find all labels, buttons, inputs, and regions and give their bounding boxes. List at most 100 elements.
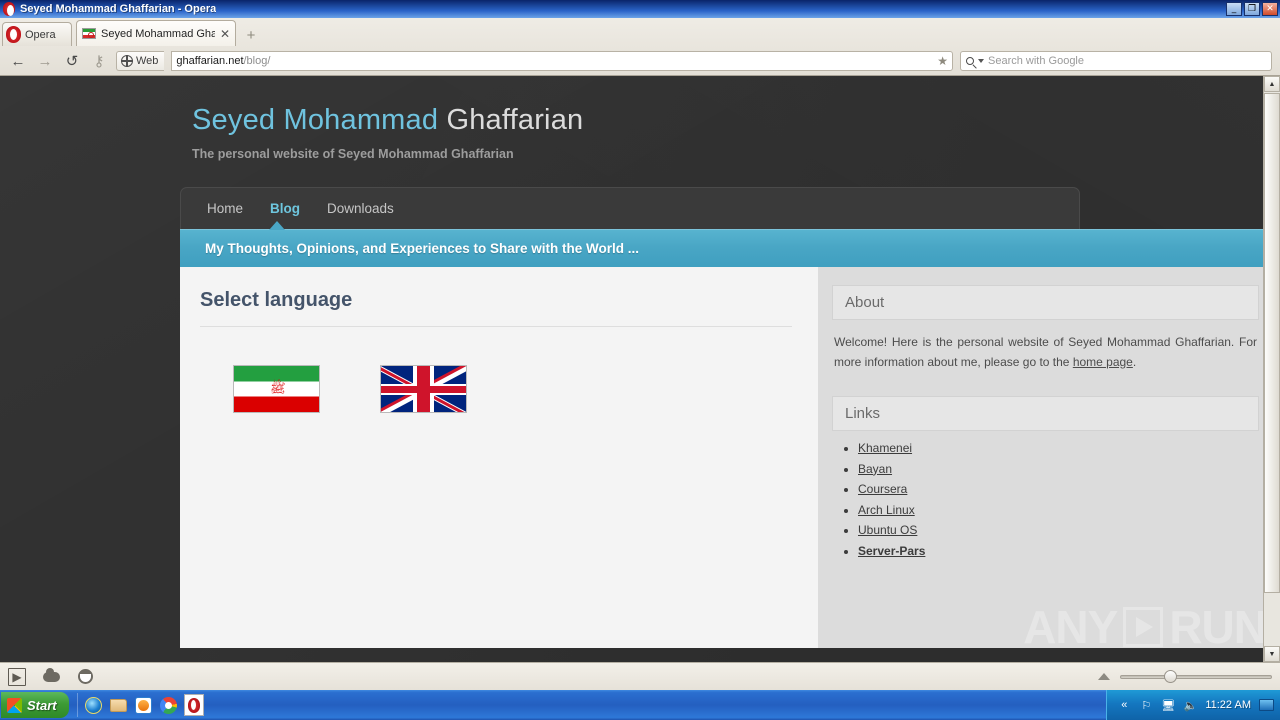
link-khamenei[interactable]: Khamenei [858, 441, 912, 455]
persian-flag-link[interactable]: ﷺ [233, 365, 320, 414]
window-title: Seyed Mohammad Ghaffarian - Opera [20, 3, 217, 15]
opera-taskbar-button[interactable] [183, 694, 204, 716]
window-controls: _ ❐ ✕ [1226, 2, 1278, 16]
monitor-icon[interactable] [1259, 699, 1274, 711]
list-item: Arch Linux [858, 503, 1259, 517]
link-server-pars[interactable]: Server-Pars [858, 544, 925, 558]
scroll-up-icon[interactable]: ▲ [1264, 76, 1280, 92]
list-item: Server-Pars [858, 544, 1259, 558]
browser-chrome: Opera Seyed Mohammad Ghaff... ✕ + ← → ↺ … [0, 18, 1280, 76]
site-header: Seyed Mohammad Ghaffarian The personal w… [180, 76, 1260, 161]
system-tray: « ⚐ 🖥 🔈 11:22 AM [1106, 690, 1280, 720]
link-ubuntu-os[interactable]: Ubuntu OS [858, 523, 917, 537]
new-tab-button[interactable]: + [241, 24, 261, 46]
back-icon[interactable]: ← [8, 51, 28, 71]
globe-icon [120, 54, 133, 67]
url-path: /blog/ [243, 55, 271, 67]
scrollbar-thumb[interactable] [1264, 93, 1280, 593]
list-item: Ubuntu OS [858, 523, 1259, 537]
close-button[interactable]: ✕ [1262, 2, 1278, 16]
forward-icon[interactable]: → [35, 51, 55, 71]
link-bayan[interactable]: Bayan [858, 462, 892, 476]
media-player-icon[interactable] [134, 695, 154, 715]
opera-status-bar: ▶ [0, 662, 1280, 690]
link-arch-linux[interactable]: Arch Linux [858, 503, 915, 517]
tray-chevron-icon[interactable]: « [1117, 698, 1131, 712]
web-search-mode-button[interactable]: Web [116, 51, 165, 71]
about-panel-text: Welcome! Here is the personal website of… [832, 333, 1259, 372]
active-nav-pointer [269, 221, 285, 231]
page-viewport: Seyed Mohammad Ghaffarian The personal w… [0, 76, 1280, 662]
cloud-icon[interactable] [42, 667, 60, 686]
sidebar: About Welcome! Here is the personal webs… [818, 267, 1274, 649]
search-icon [966, 57, 974, 65]
restore-button[interactable]: ❐ [1244, 2, 1260, 16]
link-coursera[interactable]: Coursera [858, 482, 907, 496]
home-page-link[interactable]: home page [1073, 355, 1133, 369]
about-text-after: . [1132, 354, 1137, 369]
zoom-slider-track [1120, 674, 1272, 679]
site-navigation: Home Blog Downloads [180, 187, 1080, 231]
language-selector: ﷺ [200, 365, 792, 414]
network-icon[interactable]: 🖥 [1161, 698, 1175, 712]
website-container: Seyed Mohammad Ghaffarian The personal w… [180, 76, 1274, 649]
about-text-before: Welcome! Here is the personal website of… [834, 335, 1257, 369]
zoom-collapse-icon[interactable] [1098, 673, 1110, 680]
opera-menu-button[interactable]: Opera [2, 22, 72, 46]
quick-launch-bar [76, 693, 204, 717]
site-title: Seyed Mohammad Ghaffarian [192, 104, 1260, 137]
opera-window-icon [2, 2, 16, 16]
window-title-bar: Seyed Mohammad Ghaffarian - Opera _ ❐ ✕ [0, 0, 1280, 18]
main-content: Select language ﷺ [180, 267, 818, 649]
site-title-last: Ghaffarian [446, 104, 584, 136]
site-title-first: Seyed Mohammad [192, 104, 439, 136]
site-tagline: The personal website of Seyed Mohammad G… [192, 147, 514, 162]
security-key-icon[interactable]: ⚷ [89, 51, 109, 71]
list-item: Bayan [858, 462, 1259, 476]
nav-item-blog[interactable]: Blog [270, 201, 300, 216]
opera-turbo-icon[interactable] [76, 668, 94, 686]
internet-explorer-icon[interactable] [84, 695, 104, 715]
iran-flag-icon [82, 28, 96, 39]
address-bar[interactable]: ghaffarian.net /blog/ ★ [171, 51, 953, 71]
browser-tab[interactable]: Seyed Mohammad Ghaff... ✕ [76, 20, 236, 46]
navigation-toolbar: ← → ↺ ⚷ Web ghaffarian.net /blog/ ★ Sear… [0, 46, 1280, 76]
search-box[interactable]: Search with Google [960, 51, 1272, 71]
chevron-down-icon[interactable] [978, 59, 984, 63]
zoom-slider-handle[interactable] [1164, 670, 1177, 683]
folder-icon[interactable] [109, 695, 129, 715]
url-host: ghaffarian.net [176, 55, 244, 67]
start-label: Start [27, 697, 57, 713]
reload-icon[interactable]: ↺ [62, 51, 82, 71]
nav-item-downloads[interactable]: Downloads [327, 201, 394, 216]
start-button[interactable]: Start [1, 692, 69, 718]
panel-toggle-icon[interactable]: ▶ [8, 667, 26, 686]
list-item: Khamenei [858, 441, 1259, 455]
clock[interactable]: 11:22 AM [1205, 699, 1251, 711]
chrome-icon[interactable] [159, 695, 179, 715]
english-flag-link[interactable] [380, 365, 467, 414]
minimize-button[interactable]: _ [1226, 2, 1242, 16]
flag-icon[interactable]: ⚐ [1139, 698, 1153, 712]
iran-emblem-icon: ﷺ [270, 381, 286, 397]
page-body: Select language ﷺ About Welcome! Here is… [180, 267, 1274, 649]
page-scrollbar[interactable]: ▲ ▼ [1263, 76, 1280, 662]
windows-taskbar: Start « ⚐ 🖥 🔈 11:22 AM [0, 690, 1280, 720]
volume-icon[interactable]: 🔈 [1183, 698, 1197, 712]
page-title: Select language [200, 289, 792, 328]
web-button-label: Web [136, 55, 159, 67]
tab-close-icon[interactable]: ✕ [220, 27, 230, 41]
windows-logo-icon [7, 697, 22, 713]
links-panel-title: Links [832, 396, 1259, 432]
bookmark-star-icon[interactable]: ★ [937, 54, 948, 68]
tab-title: Seyed Mohammad Ghaff... [101, 27, 215, 40]
opera-menu-label: Opera [25, 28, 56, 41]
links-list: Khamenei Bayan Coursera Arch Linux Ubunt… [858, 441, 1259, 558]
scroll-down-icon[interactable]: ▼ [1264, 646, 1280, 662]
site-banner: My Thoughts, Opinions, and Experiences t… [180, 229, 1274, 268]
zoom-slider[interactable] [1120, 670, 1272, 684]
tab-strip: Opera Seyed Mohammad Ghaff... ✕ + [0, 18, 1280, 46]
list-item: Coursera [858, 482, 1259, 496]
nav-item-home[interactable]: Home [207, 201, 243, 216]
about-panel-title: About [832, 285, 1259, 321]
